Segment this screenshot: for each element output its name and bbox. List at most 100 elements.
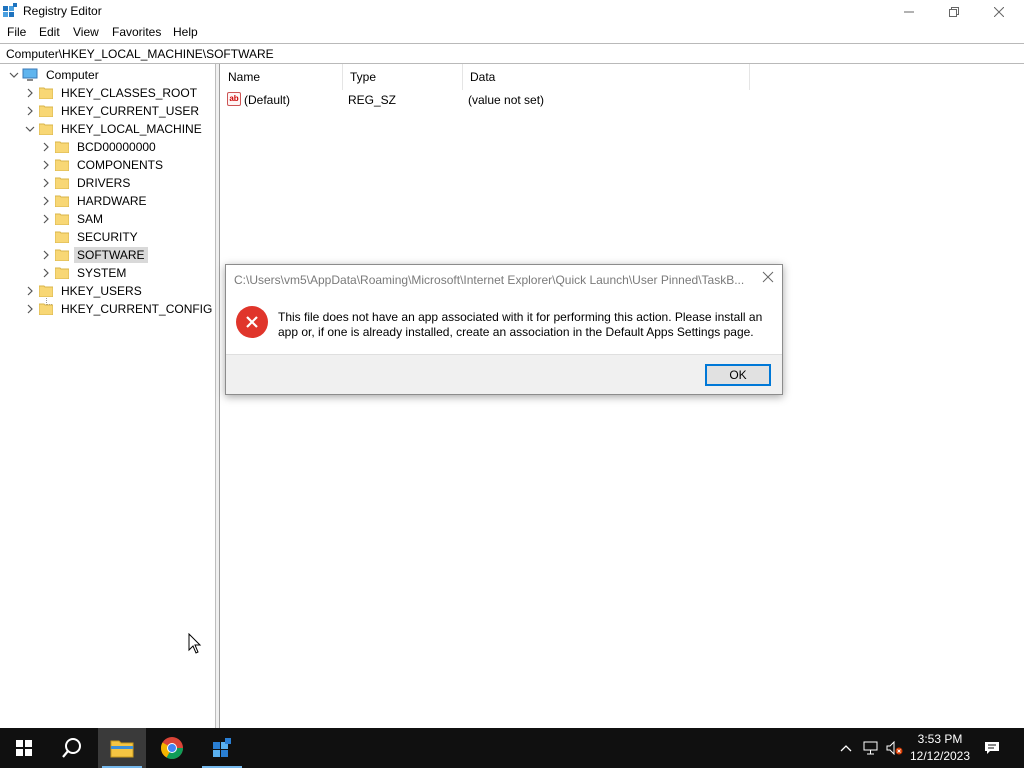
error-icon [236, 306, 268, 338]
table-row[interactable]: ab (Default) REG_SZ (value not set) [221, 90, 821, 110]
window-title: Registry Editor [23, 4, 102, 18]
notifications-icon[interactable] [978, 728, 1006, 768]
folder-icon [38, 105, 54, 118]
chevron-down-icon[interactable] [24, 123, 36, 135]
chevron-right-icon[interactable] [40, 177, 52, 189]
menu-edit[interactable]: Edit [39, 25, 60, 39]
tree-item-hkey-current-user[interactable]: HKEY_CURRENT_USER [24, 102, 202, 120]
folder-icon [38, 123, 54, 136]
chevron-right-icon[interactable] [40, 213, 52, 225]
tree-item-sam[interactable]: SAM [40, 210, 106, 228]
system-clock[interactable]: 3:53 PM 12/12/2023 [905, 731, 975, 765]
tree-label: HKEY_CURRENT_USER [61, 104, 200, 118]
menu-view[interactable]: View [73, 25, 99, 39]
tree-label-selected: SOFTWARE [74, 247, 148, 263]
chevron-right-icon[interactable] [40, 195, 52, 207]
chevron-right-icon[interactable] [24, 303, 36, 315]
tree-label: DRIVERS [77, 176, 131, 190]
ok-button[interactable]: OK [705, 364, 771, 386]
chevron-up-icon[interactable] [836, 728, 856, 768]
tree-label: HKEY_CURRENT_CONFIG [61, 302, 213, 316]
start-icon[interactable] [0, 728, 48, 768]
value-data: (value not set) [468, 93, 545, 107]
chevron-right-icon[interactable] [24, 87, 36, 99]
value-name: (Default) [244, 93, 291, 107]
mouse-cursor-icon [188, 632, 202, 655]
tree-item-system[interactable]: SYSTEM [40, 264, 129, 282]
taskbar: 3:53 PM 12/12/2023 [0, 728, 1024, 768]
address-bar[interactable]: Computer\HKEY_LOCAL_MACHINE\SOFTWARE [0, 43, 1024, 64]
folder-icon [54, 267, 70, 280]
volume-muted-icon[interactable] [884, 728, 906, 768]
menu-bar: File Edit View Favorites Help [0, 23, 1024, 42]
dialog-title: C:\Users\vm5\AppData\Roaming\Microsoft\I… [234, 273, 745, 287]
dialog-message: This file does not have an app associate… [278, 310, 763, 339]
column-header-name[interactable]: Name [221, 64, 343, 90]
values-list: Name Type Data ab (Default) REG_SZ (valu… [221, 64, 1024, 728]
chevron-right-icon[interactable] [24, 105, 36, 117]
tree-item-computer[interactable]: Computer [8, 66, 102, 84]
folder-icon [38, 87, 54, 100]
tree-label: HKEY_LOCAL_MACHINE [61, 122, 202, 136]
column-header-data[interactable]: Data [463, 64, 750, 90]
tree-label: SAM [77, 212, 104, 226]
folder-icon [54, 213, 70, 226]
chrome-icon[interactable] [148, 728, 196, 768]
folder-icon [54, 141, 70, 154]
menu-favorites[interactable]: Favorites [112, 25, 161, 39]
restore-button[interactable] [931, 0, 977, 23]
tree-item-hkey-classes-root[interactable]: HKEY_CLASSES_ROOT [24, 84, 200, 102]
chevron-down-icon[interactable] [8, 69, 20, 81]
computer-icon [22, 68, 38, 82]
tree-item-hkey-local-machine[interactable]: HKEY_LOCAL_MACHINE [24, 120, 205, 138]
tree-item-bcd[interactable]: BCD00000000 [40, 138, 159, 156]
tree-label: HKEY_CLASSES_ROOT [61, 86, 198, 100]
chevron-right-icon[interactable] [24, 285, 36, 297]
minimize-button[interactable] [886, 0, 932, 23]
tree-label: BCD00000000 [77, 140, 156, 154]
menu-help[interactable]: Help [173, 25, 198, 39]
chevron-right-icon[interactable] [40, 267, 52, 279]
chevron-right-icon[interactable] [40, 141, 52, 153]
network-icon[interactable] [860, 728, 882, 768]
string-value-icon: ab [227, 92, 241, 106]
tree-label: HKEY_USERS [61, 284, 142, 298]
pane-splitter[interactable] [216, 64, 220, 728]
registry-editor-icon [2, 3, 18, 19]
file-explorer-icon[interactable] [98, 728, 146, 768]
folder-icon [54, 231, 70, 244]
folder-icon [38, 285, 54, 298]
registry-editor-icon[interactable] [198, 728, 246, 768]
close-icon[interactable] [760, 271, 776, 287]
title-bar: Registry Editor [0, 0, 1024, 23]
folder-icon [54, 249, 70, 262]
address-path[interactable]: Computer\HKEY_LOCAL_MACHINE\SOFTWARE [6, 47, 274, 61]
tree-item-software[interactable]: SOFTWARE [40, 246, 148, 264]
folder-icon [54, 195, 70, 208]
folder-icon [38, 303, 54, 316]
tree-label: SYSTEM [77, 266, 127, 280]
chevron-right-icon[interactable] [40, 159, 52, 171]
value-type: REG_SZ [348, 93, 397, 107]
error-dialog: C:\Users\vm5\AppData\Roaming\Microsoft\I… [225, 264, 783, 395]
column-header-type[interactable]: Type [343, 64, 463, 90]
tree-item-hkey-users[interactable]: HKEY_USERS [24, 282, 145, 300]
clock-time: 3:53 PM [917, 732, 963, 746]
search-icon[interactable] [48, 728, 96, 768]
folder-icon [54, 159, 70, 172]
dialog-footer: OK [226, 354, 782, 394]
tree-label: Computer [46, 68, 99, 82]
tree-item-drivers[interactable]: DRIVERS [40, 174, 133, 192]
menu-file[interactable]: File [7, 25, 26, 39]
chevron-right-icon[interactable] [40, 249, 52, 261]
close-button[interactable] [976, 0, 1022, 23]
tree-label: SECURITY [77, 230, 138, 244]
tree-item-components[interactable]: COMPONENTS [40, 156, 166, 174]
key-tree: Computer HKEY_CLASSES_ROOT HKEY_CURRENT_… [0, 64, 216, 728]
tree-item-hardware[interactable]: HARDWARE [40, 192, 150, 210]
registry-editor-window: Registry Editor File Edit View Favorites… [0, 0, 1024, 728]
tree-label: HARDWARE [77, 194, 147, 208]
tree-item-security[interactable]: SECURITY [40, 228, 141, 246]
tree-label: COMPONENTS [77, 158, 164, 172]
tree-item-hkey-current-config[interactable]: HKEY_CURRENT_CONFIG [24, 300, 215, 318]
